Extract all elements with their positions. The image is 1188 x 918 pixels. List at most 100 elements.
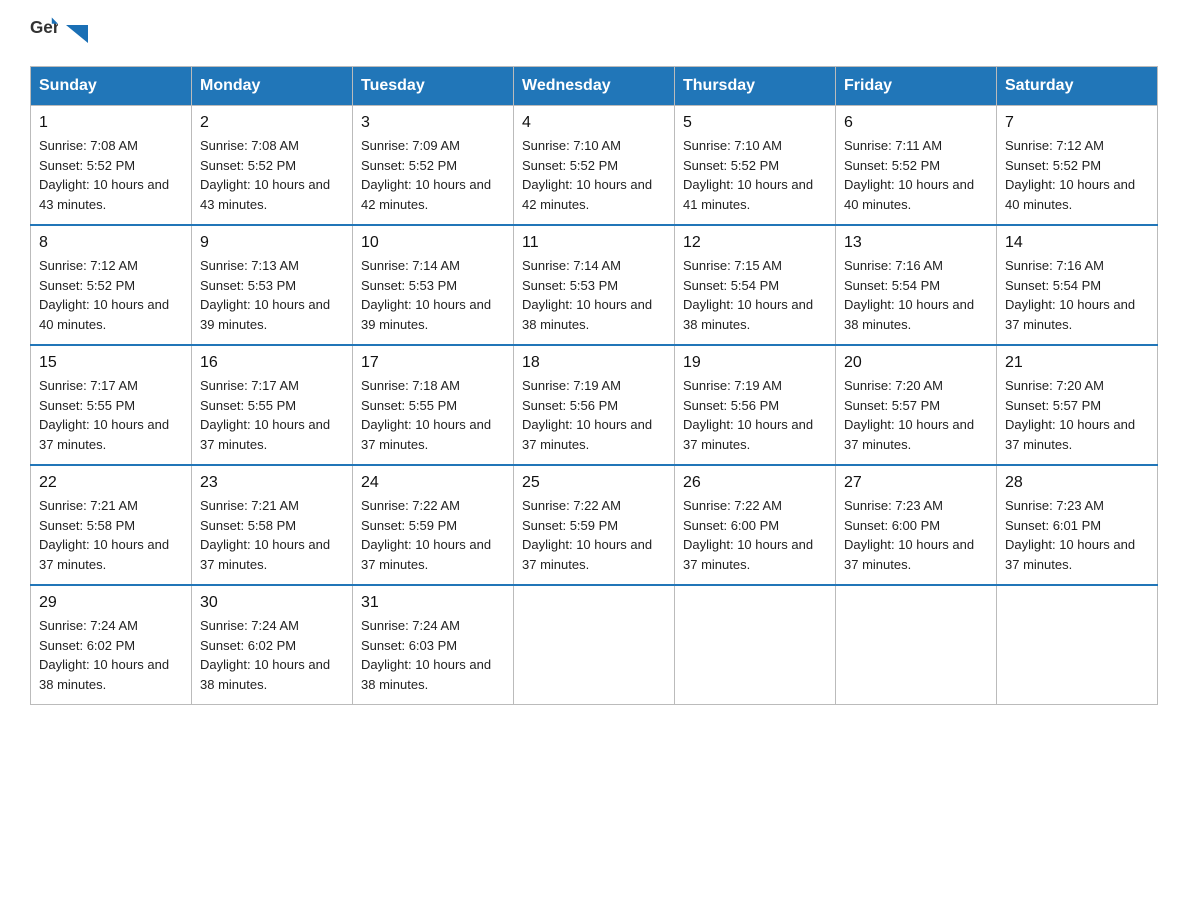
day-number: 19 bbox=[683, 354, 827, 372]
logo-icon: General bbox=[30, 16, 58, 44]
day-number: 31 bbox=[361, 594, 505, 612]
calendar-cell: 9 Sunrise: 7:13 AM Sunset: 5:53 PM Dayli… bbox=[192, 225, 353, 345]
weekday-header-saturday: Saturday bbox=[997, 67, 1158, 106]
calendar-cell: 13 Sunrise: 7:16 AM Sunset: 5:54 PM Dayl… bbox=[836, 225, 997, 345]
weekday-header-tuesday: Tuesday bbox=[353, 67, 514, 106]
day-info: Sunrise: 7:21 AM Sunset: 5:58 PM Dayligh… bbox=[200, 496, 344, 574]
page-header: General bbox=[30, 20, 1158, 48]
calendar-cell: 28 Sunrise: 7:23 AM Sunset: 6:01 PM Dayl… bbox=[997, 465, 1158, 585]
day-info: Sunrise: 7:23 AM Sunset: 6:00 PM Dayligh… bbox=[844, 496, 988, 574]
day-number: 15 bbox=[39, 354, 183, 372]
calendar-cell: 3 Sunrise: 7:09 AM Sunset: 5:52 PM Dayli… bbox=[353, 106, 514, 226]
logo[interactable]: General bbox=[30, 20, 88, 48]
day-info: Sunrise: 7:14 AM Sunset: 5:53 PM Dayligh… bbox=[522, 256, 666, 334]
calendar-cell: 12 Sunrise: 7:15 AM Sunset: 5:54 PM Dayl… bbox=[675, 225, 836, 345]
weekday-header-wednesday: Wednesday bbox=[514, 67, 675, 106]
day-number: 25 bbox=[522, 474, 666, 492]
calendar-cell: 10 Sunrise: 7:14 AM Sunset: 5:53 PM Dayl… bbox=[353, 225, 514, 345]
day-number: 4 bbox=[522, 114, 666, 132]
day-info: Sunrise: 7:19 AM Sunset: 5:56 PM Dayligh… bbox=[683, 376, 827, 454]
day-number: 12 bbox=[683, 234, 827, 252]
day-info: Sunrise: 7:21 AM Sunset: 5:58 PM Dayligh… bbox=[39, 496, 183, 574]
day-number: 7 bbox=[1005, 114, 1149, 132]
calendar-cell bbox=[675, 585, 836, 705]
day-info: Sunrise: 7:24 AM Sunset: 6:02 PM Dayligh… bbox=[39, 616, 183, 694]
calendar-cell: 24 Sunrise: 7:22 AM Sunset: 5:59 PM Dayl… bbox=[353, 465, 514, 585]
calendar-cell: 31 Sunrise: 7:24 AM Sunset: 6:03 PM Dayl… bbox=[353, 585, 514, 705]
calendar-week-row: 15 Sunrise: 7:17 AM Sunset: 5:55 PM Dayl… bbox=[31, 345, 1158, 465]
day-info: Sunrise: 7:22 AM Sunset: 5:59 PM Dayligh… bbox=[361, 496, 505, 574]
day-number: 22 bbox=[39, 474, 183, 492]
weekday-header-thursday: Thursday bbox=[675, 67, 836, 106]
day-info: Sunrise: 7:22 AM Sunset: 6:00 PM Dayligh… bbox=[683, 496, 827, 574]
calendar-cell: 16 Sunrise: 7:17 AM Sunset: 5:55 PM Dayl… bbox=[192, 345, 353, 465]
day-number: 17 bbox=[361, 354, 505, 372]
day-info: Sunrise: 7:11 AM Sunset: 5:52 PM Dayligh… bbox=[844, 136, 988, 214]
day-info: Sunrise: 7:16 AM Sunset: 5:54 PM Dayligh… bbox=[1005, 256, 1149, 334]
calendar-cell bbox=[836, 585, 997, 705]
day-number: 26 bbox=[683, 474, 827, 492]
calendar-cell: 5 Sunrise: 7:10 AM Sunset: 5:52 PM Dayli… bbox=[675, 106, 836, 226]
logo-triangle-icon bbox=[66, 25, 88, 43]
calendar-cell: 22 Sunrise: 7:21 AM Sunset: 5:58 PM Dayl… bbox=[31, 465, 192, 585]
day-number: 21 bbox=[1005, 354, 1149, 372]
day-info: Sunrise: 7:20 AM Sunset: 5:57 PM Dayligh… bbox=[844, 376, 988, 454]
calendar-cell: 8 Sunrise: 7:12 AM Sunset: 5:52 PM Dayli… bbox=[31, 225, 192, 345]
calendar-cell: 29 Sunrise: 7:24 AM Sunset: 6:02 PM Dayl… bbox=[31, 585, 192, 705]
day-number: 3 bbox=[361, 114, 505, 132]
day-number: 13 bbox=[844, 234, 988, 252]
day-info: Sunrise: 7:08 AM Sunset: 5:52 PM Dayligh… bbox=[200, 136, 344, 214]
weekday-header-monday: Monday bbox=[192, 67, 353, 106]
calendar-week-row: 29 Sunrise: 7:24 AM Sunset: 6:02 PM Dayl… bbox=[31, 585, 1158, 705]
calendar-cell: 21 Sunrise: 7:20 AM Sunset: 5:57 PM Dayl… bbox=[997, 345, 1158, 465]
day-number: 10 bbox=[361, 234, 505, 252]
day-info: Sunrise: 7:24 AM Sunset: 6:03 PM Dayligh… bbox=[361, 616, 505, 694]
day-number: 6 bbox=[844, 114, 988, 132]
day-info: Sunrise: 7:17 AM Sunset: 5:55 PM Dayligh… bbox=[39, 376, 183, 454]
day-info: Sunrise: 7:10 AM Sunset: 5:52 PM Dayligh… bbox=[522, 136, 666, 214]
day-number: 8 bbox=[39, 234, 183, 252]
day-info: Sunrise: 7:13 AM Sunset: 5:53 PM Dayligh… bbox=[200, 256, 344, 334]
calendar-cell: 19 Sunrise: 7:19 AM Sunset: 5:56 PM Dayl… bbox=[675, 345, 836, 465]
day-info: Sunrise: 7:12 AM Sunset: 5:52 PM Dayligh… bbox=[1005, 136, 1149, 214]
calendar-cell: 17 Sunrise: 7:18 AM Sunset: 5:55 PM Dayl… bbox=[353, 345, 514, 465]
weekday-header-friday: Friday bbox=[836, 67, 997, 106]
day-info: Sunrise: 7:16 AM Sunset: 5:54 PM Dayligh… bbox=[844, 256, 988, 334]
day-number: 14 bbox=[1005, 234, 1149, 252]
day-number: 29 bbox=[39, 594, 183, 612]
day-info: Sunrise: 7:19 AM Sunset: 5:56 PM Dayligh… bbox=[522, 376, 666, 454]
day-info: Sunrise: 7:14 AM Sunset: 5:53 PM Dayligh… bbox=[361, 256, 505, 334]
day-info: Sunrise: 7:17 AM Sunset: 5:55 PM Dayligh… bbox=[200, 376, 344, 454]
day-info: Sunrise: 7:23 AM Sunset: 6:01 PM Dayligh… bbox=[1005, 496, 1149, 574]
weekday-header-sunday: Sunday bbox=[31, 67, 192, 106]
calendar-cell: 18 Sunrise: 7:19 AM Sunset: 5:56 PM Dayl… bbox=[514, 345, 675, 465]
day-info: Sunrise: 7:08 AM Sunset: 5:52 PM Dayligh… bbox=[39, 136, 183, 214]
calendar-table: SundayMondayTuesdayWednesdayThursdayFrid… bbox=[30, 66, 1158, 705]
day-info: Sunrise: 7:24 AM Sunset: 6:02 PM Dayligh… bbox=[200, 616, 344, 694]
day-number: 2 bbox=[200, 114, 344, 132]
day-number: 16 bbox=[200, 354, 344, 372]
calendar-cell: 27 Sunrise: 7:23 AM Sunset: 6:00 PM Dayl… bbox=[836, 465, 997, 585]
calendar-cell: 30 Sunrise: 7:24 AM Sunset: 6:02 PM Dayl… bbox=[192, 585, 353, 705]
day-info: Sunrise: 7:20 AM Sunset: 5:57 PM Dayligh… bbox=[1005, 376, 1149, 454]
day-number: 11 bbox=[522, 234, 666, 252]
day-number: 5 bbox=[683, 114, 827, 132]
calendar-cell bbox=[997, 585, 1158, 705]
calendar-cell: 20 Sunrise: 7:20 AM Sunset: 5:57 PM Dayl… bbox=[836, 345, 997, 465]
calendar-week-row: 1 Sunrise: 7:08 AM Sunset: 5:52 PM Dayli… bbox=[31, 106, 1158, 226]
day-info: Sunrise: 7:10 AM Sunset: 5:52 PM Dayligh… bbox=[683, 136, 827, 214]
calendar-cell: 25 Sunrise: 7:22 AM Sunset: 5:59 PM Dayl… bbox=[514, 465, 675, 585]
day-number: 20 bbox=[844, 354, 988, 372]
calendar-cell: 4 Sunrise: 7:10 AM Sunset: 5:52 PM Dayli… bbox=[514, 106, 675, 226]
calendar-cell: 1 Sunrise: 7:08 AM Sunset: 5:52 PM Dayli… bbox=[31, 106, 192, 226]
day-number: 27 bbox=[844, 474, 988, 492]
day-number: 28 bbox=[1005, 474, 1149, 492]
day-info: Sunrise: 7:09 AM Sunset: 5:52 PM Dayligh… bbox=[361, 136, 505, 214]
calendar-cell: 23 Sunrise: 7:21 AM Sunset: 5:58 PM Dayl… bbox=[192, 465, 353, 585]
calendar-week-row: 8 Sunrise: 7:12 AM Sunset: 5:52 PM Dayli… bbox=[31, 225, 1158, 345]
calendar-cell: 2 Sunrise: 7:08 AM Sunset: 5:52 PM Dayli… bbox=[192, 106, 353, 226]
calendar-cell: 15 Sunrise: 7:17 AM Sunset: 5:55 PM Dayl… bbox=[31, 345, 192, 465]
day-info: Sunrise: 7:22 AM Sunset: 5:59 PM Dayligh… bbox=[522, 496, 666, 574]
day-info: Sunrise: 7:12 AM Sunset: 5:52 PM Dayligh… bbox=[39, 256, 183, 334]
calendar-cell: 6 Sunrise: 7:11 AM Sunset: 5:52 PM Dayli… bbox=[836, 106, 997, 226]
